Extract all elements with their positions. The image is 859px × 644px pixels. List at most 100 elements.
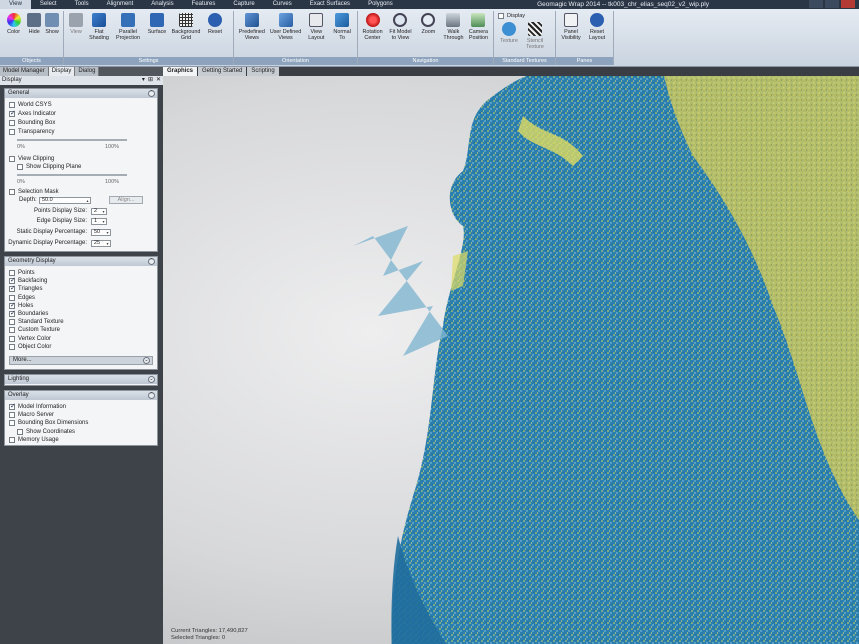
depth-input[interactable]: 50.0 ▴ [39, 197, 91, 204]
ribbon-tab-select[interactable]: Select [31, 0, 66, 9]
surface-button[interactable]: Surface [145, 13, 169, 55]
texture-button[interactable]: Texture [497, 22, 521, 55]
tab-getting-started[interactable]: Getting Started [198, 67, 247, 76]
ribbon-tab-exact-surfaces[interactable]: Exact Surfaces [301, 0, 359, 9]
transparency-option[interactable]: Transparency [9, 128, 54, 136]
background-grid-button[interactable]: Background Grid [171, 13, 201, 55]
checkbox[interactable] [9, 156, 15, 162]
overlay-header[interactable]: Overlay ⌃ [5, 391, 157, 400]
show-clipping-plane-option[interactable]: Show Clipping Plane [17, 163, 81, 171]
ribbon-tab-alignment[interactable]: Alignment [98, 0, 143, 9]
checkbox[interactable] [9, 319, 15, 326]
graphics-viewport[interactable]: Current Triangles: 17,490,827 Selected T… [163, 76, 859, 644]
checkbox[interactable] [9, 343, 15, 350]
bounding-box-option[interactable]: Bounding Box [9, 119, 55, 127]
checkbox-option[interactable]: Object Color [9, 343, 51, 351]
predefined-views-button[interactable]: Predefined Views [237, 13, 267, 55]
clipping-slider[interactable] [17, 174, 127, 176]
walk-through-button[interactable]: Walk Through [442, 13, 465, 55]
ribbon-tab-curves[interactable]: Curves [264, 0, 301, 9]
selection-mask-option[interactable]: Selection Mask [9, 188, 59, 196]
edge-display-size-select[interactable]: 1 ▾ [91, 218, 107, 225]
axes-indicator-option[interactable]: Axes Indicator [9, 109, 56, 118]
close-panel-icon[interactable]: ✕ [156, 77, 161, 84]
transparency-slider[interactable] [17, 139, 127, 141]
checkbox[interactable] [9, 129, 15, 135]
checkbox[interactable] [9, 301, 16, 309]
tab-scripting[interactable]: Scripting [247, 67, 279, 76]
close-icon[interactable] [841, 0, 855, 8]
collapse-icon[interactable]: ⌃ [148, 90, 155, 97]
checkbox[interactable] [9, 436, 15, 443]
checkbox[interactable] [9, 284, 16, 293]
checkbox-option[interactable]: Triangles [9, 284, 42, 293]
reset-layout-button[interactable]: Reset Layout [585, 13, 609, 55]
view-layout-button[interactable]: View Layout [304, 13, 328, 55]
dropdown-icon[interactable]: ▾ [142, 77, 145, 84]
parallel-projection-button[interactable]: Parallel Projection [113, 13, 143, 55]
stencil-texture-button[interactable]: Stencil Texture [523, 22, 547, 55]
world-csys-option[interactable]: World CSYS [9, 101, 52, 109]
checkbox-option[interactable]: Boundaries [9, 309, 48, 318]
checkbox-option[interactable]: Custom Texture [9, 326, 60, 334]
display-toggle[interactable]: Display [498, 13, 525, 19]
align-button[interactable]: Align... [109, 196, 143, 204]
geometry-display-header[interactable]: Geometry Display ⌃ [5, 257, 157, 266]
checkbox[interactable] [9, 276, 16, 285]
display-checkbox[interactable] [498, 13, 504, 19]
expand-icon[interactable]: ⌄ [148, 376, 155, 383]
maximize-icon[interactable] [825, 0, 839, 8]
checkbox-option[interactable]: Macro Server [9, 411, 54, 419]
ribbon-tab-view[interactable]: View [0, 0, 31, 9]
tab-model-manager[interactable]: Model Manager [0, 67, 49, 76]
checkbox-option[interactable]: Model Information [9, 402, 66, 411]
checkbox-option[interactable]: Standard Texture [9, 318, 64, 326]
camera-position-button[interactable]: Camera Position [467, 13, 490, 55]
checkbox[interactable] [9, 327, 15, 334]
checkbox-option[interactable]: Vertex Color [9, 335, 51, 343]
show-button[interactable]: Show [44, 13, 60, 55]
normal-to-button[interactable]: Normal To [330, 13, 354, 55]
collapse-icon[interactable]: ⌃ [148, 392, 155, 399]
tab-dialog[interactable]: Dialog [75, 67, 100, 76]
panel-visibility-button[interactable]: Panel Visibility [559, 13, 583, 55]
ribbon-tab-polygons[interactable]: Polygons [359, 0, 402, 9]
view-clipping-option[interactable]: View Clipping [9, 155, 54, 163]
tab-graphics[interactable]: Graphics [163, 67, 198, 76]
general-panel-header[interactable]: General ⌃ [5, 89, 157, 98]
ribbon-tab-tools[interactable]: Tools [66, 0, 98, 9]
checkbox-option[interactable]: Memory Usage [9, 436, 59, 444]
lighting-header[interactable]: Lighting ⌄ [5, 375, 157, 384]
checkbox-option[interactable]: Bounding Box Dimensions [9, 419, 88, 427]
tab-display[interactable]: Display [48, 67, 76, 76]
checkbox[interactable] [9, 109, 16, 117]
checkbox[interactable] [9, 309, 16, 317]
checkbox[interactable] [9, 335, 15, 342]
checkbox[interactable] [9, 412, 15, 419]
minimize-icon[interactable] [809, 0, 823, 8]
checkbox-option[interactable]: Show Coordinates [17, 428, 75, 436]
checkbox[interactable] [9, 402, 16, 410]
checkbox[interactable] [9, 189, 15, 195]
checkbox[interactable] [9, 420, 15, 427]
checkbox[interactable] [9, 120, 15, 126]
checkbox[interactable] [17, 428, 23, 435]
static-display-pct-select[interactable]: 50 ▾ [91, 229, 111, 236]
checkbox[interactable] [17, 164, 23, 170]
ribbon-tab-analysis[interactable]: Analysis [142, 0, 182, 9]
rotation-center-button[interactable]: Rotation Center [361, 13, 384, 55]
fit-model-button[interactable]: Fit Model to View [386, 13, 415, 55]
zoom-button[interactable]: Zoom [417, 13, 440, 55]
hide-button[interactable]: Hide [26, 13, 42, 55]
pin-icon[interactable]: ⊞ [148, 77, 153, 84]
expand-icon[interactable]: ⌄ [143, 357, 150, 364]
checkbox[interactable] [9, 102, 15, 108]
checkbox[interactable] [9, 294, 15, 301]
checkbox[interactable] [9, 270, 15, 276]
color-button[interactable]: Color [3, 13, 24, 55]
flat-shading-button[interactable]: Flat Shading [87, 13, 111, 55]
user-defined-views-button[interactable]: User Defined Views [269, 13, 303, 55]
points-display-size-select[interactable]: 2 ▾ [91, 208, 107, 215]
collapse-icon[interactable]: ⌃ [148, 258, 155, 265]
ribbon-tab-capture[interactable]: Capture [224, 0, 263, 9]
